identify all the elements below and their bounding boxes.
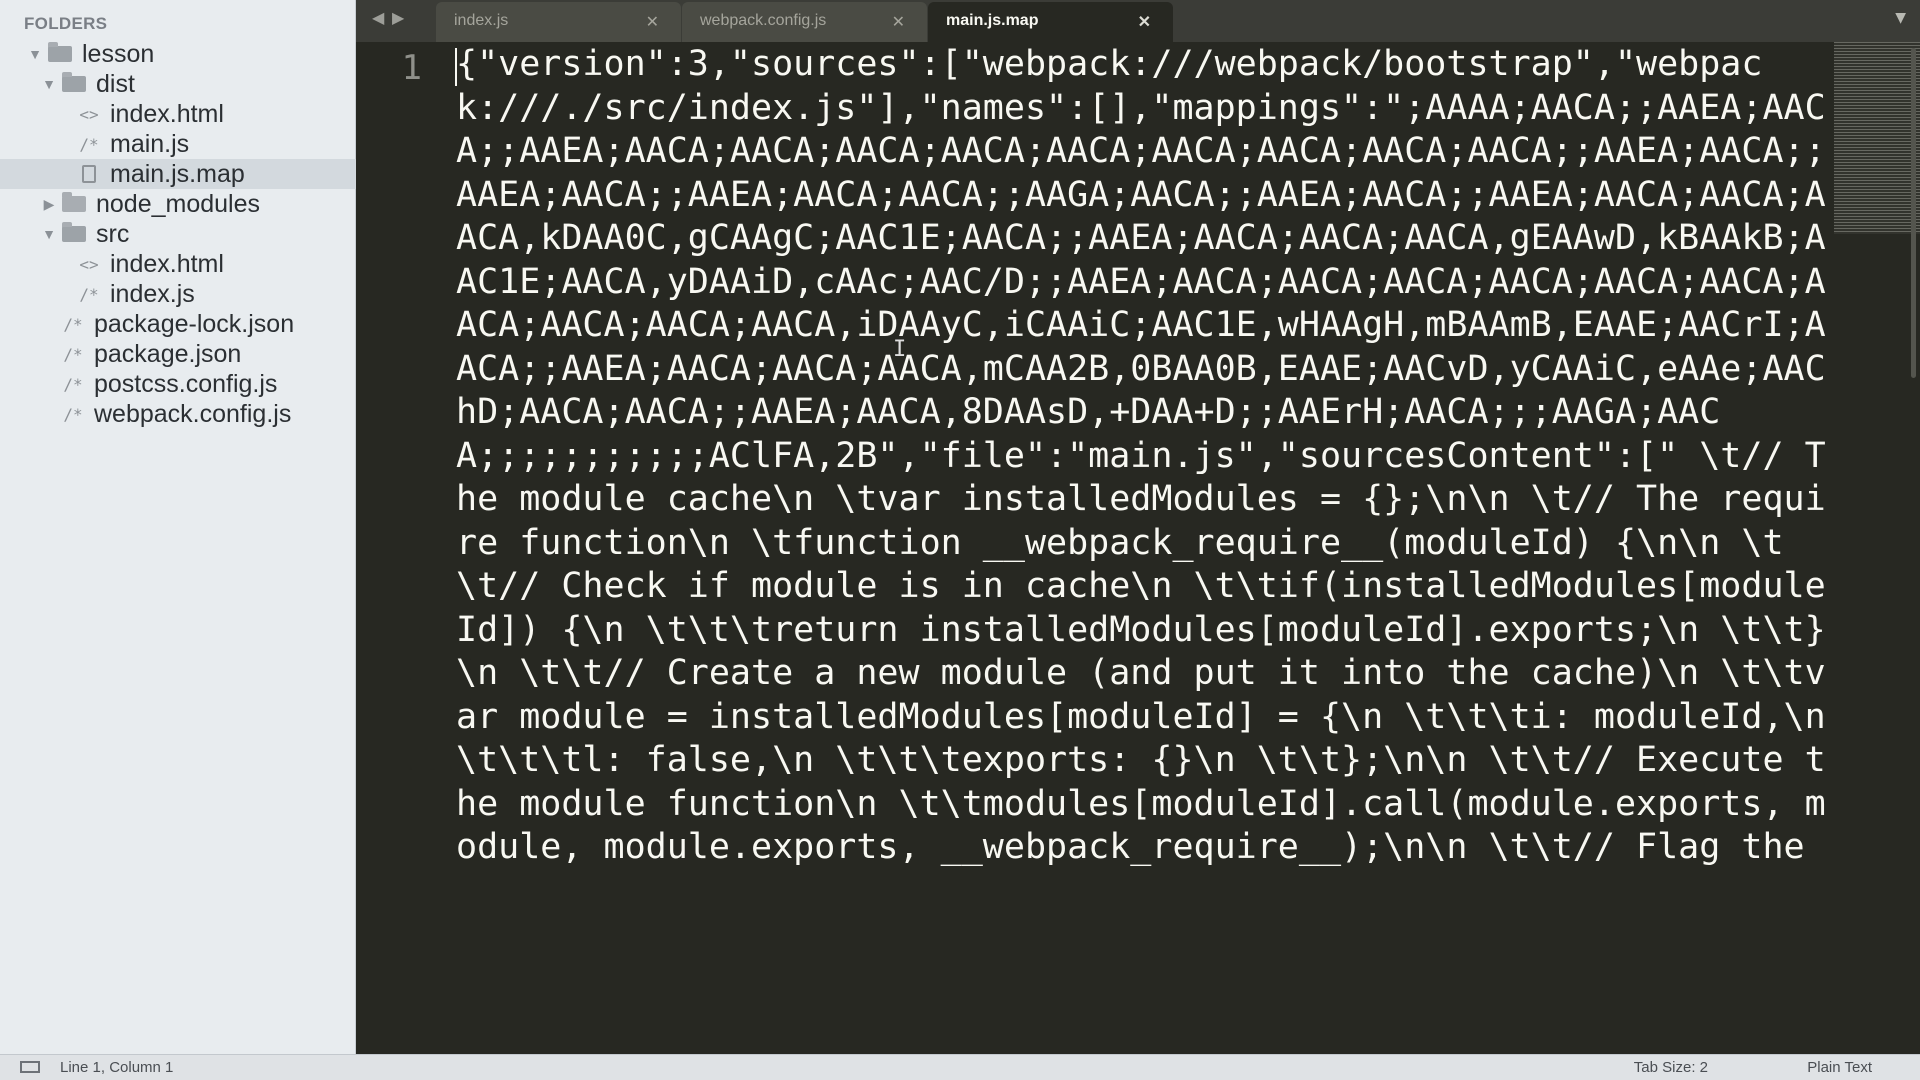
tree-item-label: postcss.config.js <box>94 369 278 398</box>
tree-folder-dist[interactable]: ▼ dist <box>0 69 356 99</box>
status-bar: Line 1, Column 1 Tab Size: 2 Plain Text <box>0 1054 1920 1080</box>
document-icon <box>82 165 96 183</box>
tree-item-label: package-lock.json <box>94 309 295 338</box>
sidebar: FOLDERS ▼ lesson ▼ dist <> index.html /*… <box>0 0 356 1054</box>
comment-file-icon: /* <box>63 404 83 424</box>
tab-bar: ◀ ▶ index.js ✕ webpack.config.js ✕ main.… <box>356 0 1920 42</box>
close-icon[interactable]: ✕ <box>1138 12 1151 32</box>
folder-open-icon <box>62 222 86 242</box>
tree-file-package-lock-json[interactable]: /* package-lock.json <box>0 309 356 339</box>
folder-tree: ▼ lesson ▼ dist <> index.html /* main.js… <box>0 39 356 429</box>
chevron-down-icon[interactable]: ▼ <box>26 46 44 62</box>
comment-file-icon: /* <box>63 374 83 394</box>
tree-item-label: index.js <box>110 279 195 308</box>
chevron-right-icon[interactable]: ▶ <box>40 196 58 213</box>
tree-item-label: src <box>96 219 130 248</box>
tab-label: index.js <box>454 12 509 29</box>
comment-file-icon: /* <box>79 134 99 154</box>
tree-file-webpack-config-js[interactable]: /* webpack.config.js <box>0 399 356 429</box>
comment-file-icon: /* <box>63 314 83 334</box>
tree-file-package-json[interactable]: /* package.json <box>0 339 356 369</box>
line-gutter: 1 <box>356 42 448 1054</box>
comment-file-icon: /* <box>63 344 83 364</box>
ibeam-cursor-icon: I <box>893 337 907 362</box>
tree-item-label: lesson <box>82 39 155 68</box>
tab-size-selector[interactable]: Tab Size: 2 <box>1634 1059 1708 1076</box>
close-icon[interactable]: ✕ <box>892 12 905 32</box>
folder-open-icon <box>48 42 72 62</box>
tree-item-label: index.html <box>110 249 224 278</box>
folders-heading: FOLDERS <box>24 14 108 33</box>
tree-folder-src[interactable]: ▼ src <box>0 219 356 249</box>
tree-item-label: node_modules <box>96 189 261 218</box>
tree-item-label: index.html <box>110 99 224 128</box>
tree-file-dist-index-html[interactable]: <> index.html <box>0 99 356 129</box>
tree-file-src-index-js[interactable]: /* index.js <box>0 279 356 309</box>
chevron-down-icon[interactable]: ▼ <box>40 76 58 92</box>
panel-toggle-icon[interactable] <box>20 1061 40 1073</box>
syntax-selector[interactable]: Plain Text <box>1807 1059 1872 1076</box>
tree-item-label: dist <box>96 69 135 98</box>
tree-folder-lesson[interactable]: ▼ lesson <box>0 39 356 69</box>
tree-file-main-js[interactable]: /* main.js <box>0 129 356 159</box>
tree-folder-node-modules[interactable]: ▶ node_modules <box>0 189 356 219</box>
back-arrow-icon[interactable]: ◀ <box>372 8 384 27</box>
tree-file-main-js-map[interactable]: main.js.map <box>0 159 356 189</box>
line-number: 1 <box>401 48 422 88</box>
chevron-down-icon[interactable]: ▼ <box>1895 10 1906 26</box>
tree-item-label: webpack.config.js <box>94 399 292 428</box>
tree-file-src-index-html[interactable]: <> index.html <box>0 249 356 279</box>
comment-file-icon: /* <box>79 284 99 304</box>
tab-label: main.js.map <box>946 12 1039 29</box>
code-file-icon: <> <box>79 254 99 274</box>
chevron-down-icon[interactable]: ▼ <box>40 226 58 242</box>
minimap-viewport[interactable] <box>1834 42 1920 234</box>
tree-item-label: main.js <box>110 129 190 158</box>
text-cursor <box>455 48 457 86</box>
editor-content[interactable]: {"version":3,"sources":["webpack:///webp… <box>456 42 1834 1055</box>
forward-arrow-icon[interactable]: ▶ <box>392 8 404 27</box>
tree-item-label: package.json <box>94 339 242 368</box>
minimap[interactable] <box>1834 42 1920 1054</box>
folder-icon <box>62 192 86 212</box>
tree-file-postcss-config-js[interactable]: /* postcss.config.js <box>0 369 356 399</box>
tab-index-js[interactable]: index.js ✕ <box>436 2 681 42</box>
folder-open-icon <box>62 72 86 92</box>
close-icon[interactable]: ✕ <box>646 12 659 32</box>
cursor-position[interactable]: Line 1, Column 1 <box>60 1059 173 1076</box>
tree-item-label: main.js.map <box>110 159 245 188</box>
vertical-scrollbar[interactable] <box>1911 48 1916 378</box>
tab-webpack-config-js[interactable]: webpack.config.js ✕ <box>682 2 927 42</box>
tab-label: webpack.config.js <box>700 12 827 29</box>
tab-main-js-map[interactable]: main.js.map ✕ <box>928 2 1173 42</box>
code-file-icon: <> <box>79 104 99 124</box>
